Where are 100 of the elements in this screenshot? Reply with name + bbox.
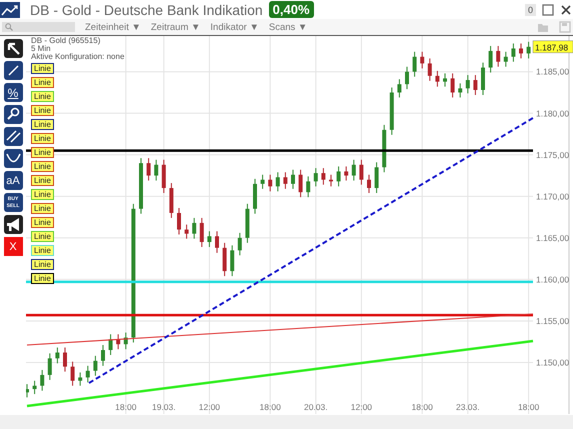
candle xyxy=(481,62,485,96)
candle xyxy=(367,174,371,194)
candle xyxy=(93,355,98,376)
candle xyxy=(70,361,75,386)
candle xyxy=(192,217,196,240)
pointer-icon[interactable] xyxy=(4,39,22,58)
legend-label[interactable]: Linie xyxy=(31,231,54,242)
axis-label: 1.165,00 xyxy=(536,232,570,243)
axis-label: 12:00 xyxy=(198,402,220,412)
candle xyxy=(473,74,478,96)
percent-button[interactable]: % xyxy=(4,83,22,102)
legend-label[interactable]: Linie xyxy=(31,189,54,200)
candle xyxy=(458,82,462,98)
candle xyxy=(116,334,120,350)
candle xyxy=(32,380,37,395)
close-icon[interactable] xyxy=(560,4,572,16)
candle xyxy=(48,352,52,380)
candle xyxy=(215,230,219,254)
candle xyxy=(200,217,204,248)
axis-label: 1.150,00 xyxy=(536,358,570,368)
axis-label: 19.03. xyxy=(152,402,176,412)
candle xyxy=(283,172,288,190)
candle xyxy=(124,332,128,350)
axis-label: 1.180,00 xyxy=(536,108,570,118)
candle xyxy=(450,72,455,98)
candle xyxy=(230,244,234,277)
axis-label: 18:00 xyxy=(115,402,136,412)
search-icon[interactable] xyxy=(4,105,22,124)
delete-button[interactable]: X xyxy=(4,237,22,256)
legend-label[interactable]: Linie xyxy=(31,105,54,116)
legend-label[interactable]: Linie xyxy=(31,91,54,102)
candle xyxy=(405,66,409,90)
line-tool-icon[interactable] xyxy=(4,61,22,80)
candle xyxy=(336,166,341,187)
menu-dropdown[interactable]: Zeitraum ▼ xyxy=(150,22,200,32)
legend-label[interactable]: Linie xyxy=(31,245,54,256)
legend-label[interactable]: Linie xyxy=(31,147,54,158)
candle xyxy=(162,159,166,194)
legend-label[interactable]: Linie xyxy=(31,203,54,214)
candle xyxy=(321,168,326,186)
candle xyxy=(488,45,493,74)
candle xyxy=(260,174,265,190)
candle xyxy=(26,384,29,398)
menu-dropdown[interactable]: Indikator ▼ xyxy=(210,22,259,32)
candle xyxy=(306,176,310,198)
candle xyxy=(428,58,432,82)
text-tool-button[interactable]: aA xyxy=(4,171,22,190)
candle xyxy=(222,242,227,277)
candle xyxy=(397,78,402,98)
legend-label[interactable]: Linie xyxy=(31,259,54,270)
candle xyxy=(40,369,44,392)
axis-label: 18:00 xyxy=(260,402,281,412)
candle xyxy=(86,365,90,383)
window-title: DB - Gold - Deutsche Bank Indikation xyxy=(30,2,263,18)
legend-label[interactable]: Linie xyxy=(31,217,54,228)
candle xyxy=(101,344,105,366)
legend-label[interactable]: Linie xyxy=(31,175,54,186)
candle xyxy=(314,168,318,187)
legend-label[interactable]: Linie xyxy=(31,77,54,88)
axis-label: 1.175,00 xyxy=(536,150,570,160)
candle xyxy=(268,174,272,192)
candle xyxy=(184,224,189,240)
search-icon xyxy=(5,23,13,31)
candle xyxy=(443,72,447,88)
megaphone-icon[interactable] xyxy=(4,215,22,234)
axis-label: 20.03. xyxy=(304,402,328,412)
menu-dropdown[interactable]: Scans ▼ xyxy=(268,22,308,32)
candle xyxy=(519,42,523,59)
candle xyxy=(169,182,174,218)
legend-label[interactable]: Linie xyxy=(31,119,54,130)
legend-label[interactable]: Linie xyxy=(31,273,54,284)
search-field[interactable] xyxy=(2,22,75,32)
candle xyxy=(276,172,280,192)
parallel-lines-icon[interactable] xyxy=(4,127,22,146)
maximize-icon[interactable] xyxy=(542,4,554,16)
menu-dropdown[interactable]: Zeiteinheit ▼ xyxy=(85,22,141,32)
candle xyxy=(526,41,531,59)
candle xyxy=(511,42,516,62)
candle xyxy=(177,207,181,236)
candle xyxy=(374,162,379,194)
legend-label[interactable]: Linie xyxy=(31,133,54,144)
candle xyxy=(352,159,356,182)
legend-label[interactable]: Linie xyxy=(31,161,54,172)
chart-info-text: 5 Min xyxy=(31,45,52,53)
candle xyxy=(435,70,440,88)
curve-icon[interactable] xyxy=(4,149,22,168)
candle xyxy=(63,347,67,372)
axis-label: 1.160,00 xyxy=(536,274,570,284)
candle xyxy=(245,203,250,244)
legend-label[interactable]: Linie xyxy=(31,63,54,74)
counter-badge: 0 xyxy=(524,4,536,16)
candle xyxy=(253,178,257,214)
candle xyxy=(78,372,82,386)
candle xyxy=(382,124,386,173)
axis-label: 1.155,00 xyxy=(536,316,570,326)
candle xyxy=(108,334,113,356)
chart-info-text: DB - Gold (965515) xyxy=(31,37,102,45)
candle xyxy=(207,230,212,248)
candle xyxy=(298,169,303,198)
candle xyxy=(329,174,333,187)
